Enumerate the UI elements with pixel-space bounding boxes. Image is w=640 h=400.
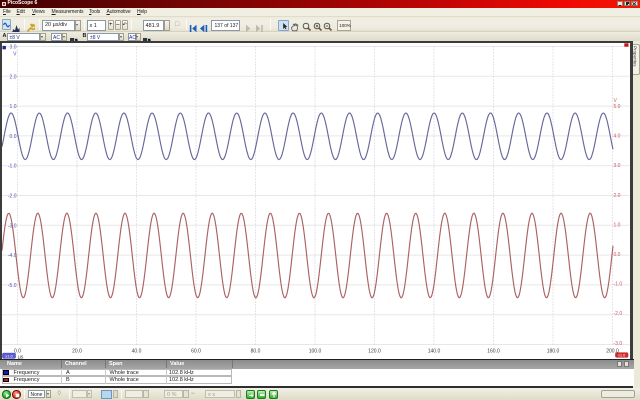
svg-text:-2.0: -2.0 xyxy=(614,311,623,317)
svg-text:0.0: 0.0 xyxy=(10,133,17,139)
svg-text:-4.0: -4.0 xyxy=(8,253,17,259)
svg-text:3.0: 3.0 xyxy=(10,44,17,50)
svg-text:120.0: 120.0 xyxy=(368,348,381,354)
svg-text:3.0: 3.0 xyxy=(614,163,621,169)
svg-text:5.0: 5.0 xyxy=(614,104,621,110)
svg-text:100.0: 100.0 xyxy=(309,348,322,354)
svg-text:0.0: 0.0 xyxy=(614,252,621,258)
svg-text:1.0: 1.0 xyxy=(10,104,17,110)
svg-text:80.0: 80.0 xyxy=(251,348,261,354)
svg-text:180.0: 180.0 xyxy=(547,348,560,354)
svg-text:160.0: 160.0 xyxy=(487,348,500,354)
svg-text:-5.0: -5.0 xyxy=(8,282,17,288)
svg-text:x1.0: x1.0 xyxy=(618,353,625,357)
svg-text:60.0: 60.0 xyxy=(191,348,201,354)
svg-text:2.0: 2.0 xyxy=(10,74,17,80)
svg-text:-3.0: -3.0 xyxy=(8,223,17,229)
svg-text:40.0: 40.0 xyxy=(132,348,142,354)
svg-text:4.0: 4.0 xyxy=(614,133,621,139)
svg-text:x1.0: x1.0 xyxy=(5,353,13,358)
svg-text:1.0: 1.0 xyxy=(614,222,621,228)
svg-text:-1.0: -1.0 xyxy=(614,281,623,287)
svg-text:-1.0: -1.0 xyxy=(8,163,17,169)
svg-text:-3.0: -3.0 xyxy=(614,340,623,346)
svg-text:140.0: 140.0 xyxy=(428,348,441,354)
svg-text:20.0: 20.0 xyxy=(72,348,82,354)
svg-text:-2.0: -2.0 xyxy=(8,193,17,199)
svg-text:2.0: 2.0 xyxy=(614,192,621,198)
